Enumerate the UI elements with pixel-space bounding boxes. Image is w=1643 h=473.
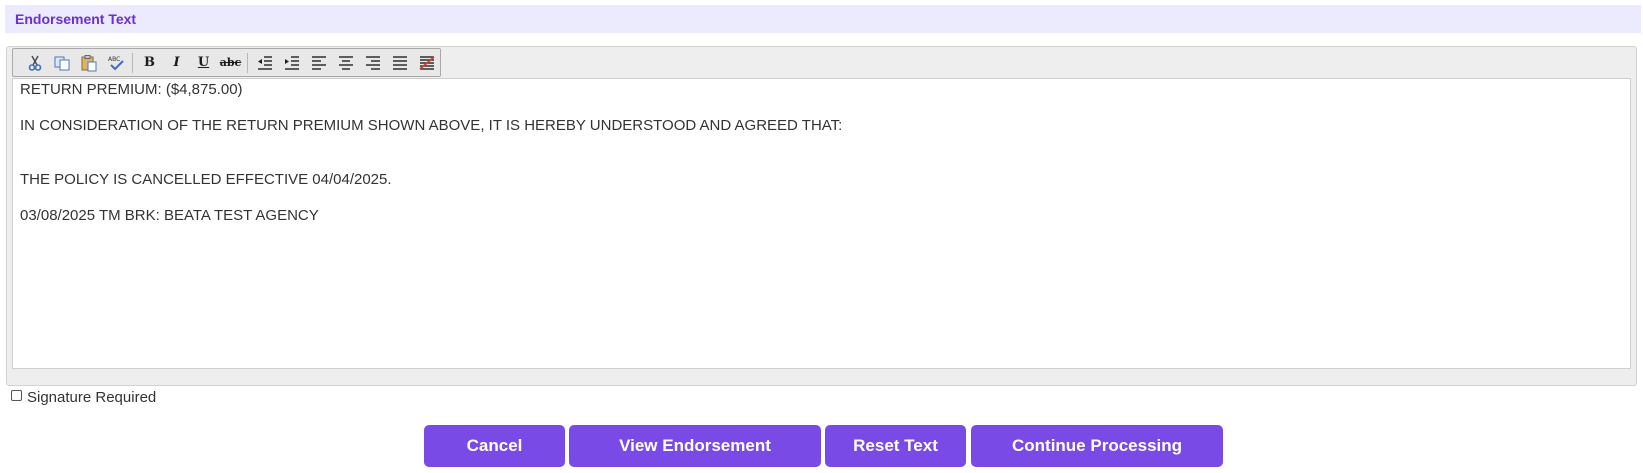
editor-toolbar: ABC B I U abc [12,48,441,77]
reset-text-button[interactable]: Reset Text [825,425,966,467]
section-header: Endorsement Text [5,5,1641,33]
strikethrough-icon[interactable]: abc [217,52,244,74]
cancel-button[interactable]: Cancel [424,425,565,467]
outdent-icon[interactable] [251,52,278,74]
view-endorsement-button[interactable]: View Endorsement [569,425,821,467]
section-title: Endorsement Text [15,11,137,27]
underline-icon[interactable]: U [190,52,217,74]
justify-icon[interactable] [386,52,413,74]
svg-text:ABC: ABC [108,56,120,63]
signature-required-label: Signature Required [27,389,157,406]
align-left-icon[interactable] [305,52,332,74]
indent-icon[interactable] [278,52,305,74]
text-line: THE POLICY IS CANCELLED EFFECTIVE 04/04/… [20,171,392,188]
align-right-icon[interactable] [359,52,386,74]
bold-icon[interactable]: B [136,52,163,74]
signature-required-checkbox[interactable] [11,390,22,401]
rich-text-editor: ABC B I U abc RETURN PREMIUM: ($4,875.00… [6,46,1637,386]
text-line: IN CONSIDERATION OF THE RETURN PREMIUM S… [20,117,843,134]
text-line: 03/08/2025 TM BRK: BEATA TEST AGENCY [20,207,319,224]
text-line: RETURN PREMIUM: ($4,875.00) [20,81,243,98]
signature-required-row: Signature Required [11,389,156,406]
copy-icon[interactable] [48,52,75,74]
align-center-icon[interactable] [332,52,359,74]
endorsement-text-area[interactable]: RETURN PREMIUM: ($4,875.00) IN CONSIDERA… [12,78,1631,369]
italic-icon[interactable]: I [163,52,190,74]
toolbar-separator [247,52,248,73]
text-color-icon[interactable] [413,52,440,74]
continue-processing-button[interactable]: Continue Processing [971,425,1223,467]
toolbar-separator [132,52,133,73]
cut-icon[interactable] [21,52,48,74]
paste-icon[interactable] [75,52,102,74]
spellcheck-icon[interactable]: ABC [102,52,129,74]
